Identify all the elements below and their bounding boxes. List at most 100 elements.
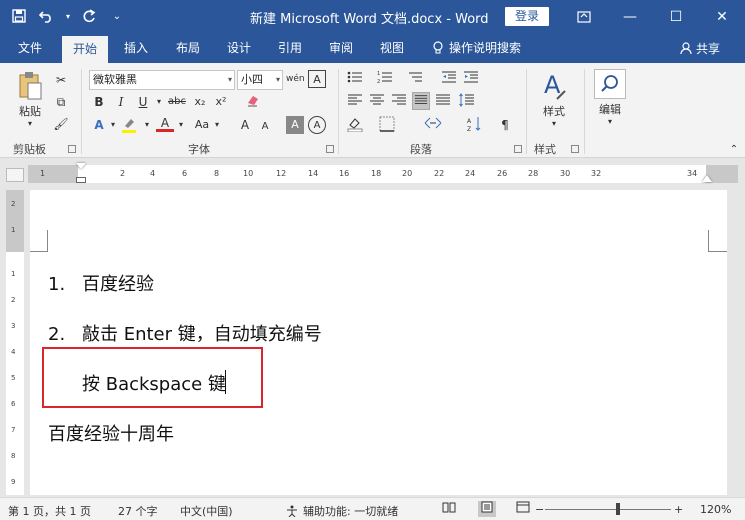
maximize-button[interactable]: ☐ — [653, 0, 699, 33]
list-number: 2. — [48, 324, 66, 345]
character-shading-button[interactable]: A — [286, 116, 304, 134]
share-label: 共享 — [695, 42, 720, 56]
tab-selector[interactable] — [6, 168, 24, 182]
zoom-slider[interactable] — [545, 509, 671, 510]
zoom-slider-thumb[interactable] — [615, 503, 620, 515]
subscript-button[interactable]: x₂ — [191, 93, 209, 111]
paragraph-launcher-icon[interactable] — [514, 145, 522, 153]
dropdown-arrow-icon[interactable]: ▾ — [64, 5, 72, 27]
line-spacing-icon[interactable] — [458, 93, 476, 111]
align-left-icon[interactable] — [346, 93, 364, 111]
align-right-icon[interactable] — [390, 93, 408, 111]
decrease-indent-icon[interactable] — [440, 70, 458, 88]
word-window: ▾ ⌄ 新建 Microsoft Word 文档.docx - Word 登录 … — [0, 0, 745, 520]
tell-me-search[interactable]: 操作说明搜索 — [432, 39, 521, 56]
styles-launcher-icon[interactable] — [571, 145, 579, 153]
tab-layout[interactable]: 布局 — [176, 39, 200, 56]
font-launcher-icon[interactable] — [326, 145, 334, 153]
superscript-button[interactable]: x² — [212, 93, 230, 111]
enclose-characters-button[interactable]: A — [308, 116, 326, 134]
document-title: 新建 Microsoft Word 文档.docx - Word — [250, 12, 489, 27]
phonetic-guide-icon[interactable]: wén — [286, 70, 305, 88]
shading-icon[interactable] — [346, 116, 364, 134]
justify-icon[interactable] — [412, 92, 430, 110]
vertical-ruler[interactable]: 2 1 1 2 3 4 5 6 7 8 9 — [6, 190, 24, 495]
crop-mark — [708, 230, 709, 252]
share-button[interactable]: 共享 — [680, 40, 720, 57]
right-indent-marker[interactable] — [702, 175, 712, 182]
status-bar: 第 1 页，共 1 页 27 个字 中文(中国) 辅助功能: 一切就绪 − + … — [0, 497, 745, 520]
accessibility-checker[interactable]: 辅助功能: 一切就绪 — [285, 503, 398, 519]
collapse-ribbon-icon[interactable]: ⌃ — [725, 141, 743, 159]
redo-icon[interactable] — [78, 5, 100, 27]
sort-icon[interactable]: AZ — [466, 116, 484, 134]
zoom-in-button[interactable]: + — [674, 503, 683, 516]
show-marks-icon[interactable]: ¶ — [496, 116, 514, 134]
document-page[interactable]: 1. 百度经验 2. 敲击 Enter 键，自动填充编号 按 Backspace 键… — [30, 190, 727, 495]
bold-button[interactable]: B — [90, 93, 108, 111]
close-button[interactable]: ✕ — [699, 0, 745, 33]
styles-button[interactable]: A 样式 ▾ — [534, 71, 574, 128]
bullets-icon[interactable] — [346, 70, 364, 88]
numbering-icon[interactable]: 12 — [376, 70, 394, 88]
character-border-icon[interactable]: A — [308, 70, 326, 88]
chinese-layout-icon[interactable] — [424, 116, 442, 134]
paragraph[interactable]: 百度经验十周年 — [48, 420, 174, 446]
align-center-icon[interactable] — [368, 93, 386, 111]
cut-icon[interactable]: ✂ — [52, 71, 70, 89]
tab-file[interactable]: 文件 — [18, 39, 42, 56]
language-indicator[interactable]: 中文(中国) — [180, 503, 233, 519]
ruler-tick: 1 — [40, 169, 46, 178]
font-size-combo[interactable]: 小四 ▾ — [237, 70, 283, 90]
list-item[interactable]: 2. 敲击 Enter 键，自动填充编号 — [48, 320, 322, 346]
hanging-indent-marker[interactable] — [76, 177, 86, 183]
indent-marker[interactable] — [76, 163, 86, 169]
ruler-tick: 6 — [11, 400, 16, 408]
login-button[interactable]: 登录 — [505, 7, 549, 26]
page-count[interactable]: 第 1 页，共 1 页 — [8, 503, 91, 519]
multilevel-list-icon[interactable] — [406, 70, 424, 88]
undo-icon[interactable] — [36, 5, 58, 27]
ruler-tick: 1 — [11, 270, 16, 278]
ribbon-display-options-icon[interactable] — [561, 0, 607, 33]
tab-review[interactable]: 审阅 — [329, 39, 353, 56]
tab-design[interactable]: 设计 — [227, 39, 251, 56]
customize-qat-icon[interactable]: ⌄ — [106, 5, 128, 27]
clear-formatting-icon[interactable] — [244, 93, 262, 111]
tab-references[interactable]: 引用 — [278, 39, 302, 56]
clipboard-launcher-icon[interactable] — [68, 145, 76, 153]
chevron-down-icon: ▾ — [227, 75, 232, 84]
distributed-icon[interactable] — [434, 93, 452, 111]
minimize-button[interactable]: — — [607, 0, 653, 33]
tab-insert[interactable]: 插入 — [124, 39, 148, 56]
copy-icon[interactable]: ⧉ — [52, 93, 70, 111]
zoom-level[interactable]: 120% — [700, 503, 731, 516]
tab-view[interactable]: 视图 — [380, 39, 404, 56]
font-name-combo[interactable]: 微软雅黑 ▾ — [89, 70, 235, 90]
print-layout-icon[interactable] — [478, 501, 496, 517]
read-mode-icon[interactable] — [440, 501, 458, 517]
strikethrough-button[interactable]: abc — [166, 93, 188, 111]
list-item[interactable]: 1. 百度经验 — [48, 270, 154, 296]
tab-home[interactable]: 开始 — [62, 36, 109, 63]
dropdown-arrow-icon[interactable]: ▾ — [172, 116, 190, 134]
ruler-tick: 14 — [308, 169, 319, 178]
grow-font-button[interactable]: A — [236, 116, 254, 134]
paste-button[interactable]: 粘贴 ▾ — [12, 71, 48, 128]
increase-indent-icon[interactable] — [462, 70, 480, 88]
dropdown-arrow-icon[interactable]: ▾ — [208, 116, 226, 134]
borders-icon[interactable] — [378, 116, 396, 134]
format-painter-icon[interactable]: 🖌 — [52, 115, 70, 133]
web-layout-icon[interactable] — [514, 501, 532, 517]
highlight-icon[interactable] — [120, 116, 138, 134]
editing-button[interactable]: 编辑 ▾ — [592, 69, 628, 126]
zoom-out-button[interactable]: − — [535, 503, 544, 516]
horizontal-ruler[interactable]: 1 2 4 6 8 10 12 14 16 18 20 22 24 26 28 … — [28, 163, 738, 183]
italic-button[interactable]: I — [112, 93, 130, 111]
ruler-tick: 2 — [120, 169, 126, 178]
dropdown-arrow-icon[interactable]: ▾ — [138, 116, 156, 134]
vertical-scrollbar[interactable] — [733, 185, 745, 495]
shrink-font-button[interactable]: A — [256, 118, 274, 136]
word-count[interactable]: 27 个字 — [118, 503, 158, 519]
save-icon[interactable] — [8, 5, 30, 27]
